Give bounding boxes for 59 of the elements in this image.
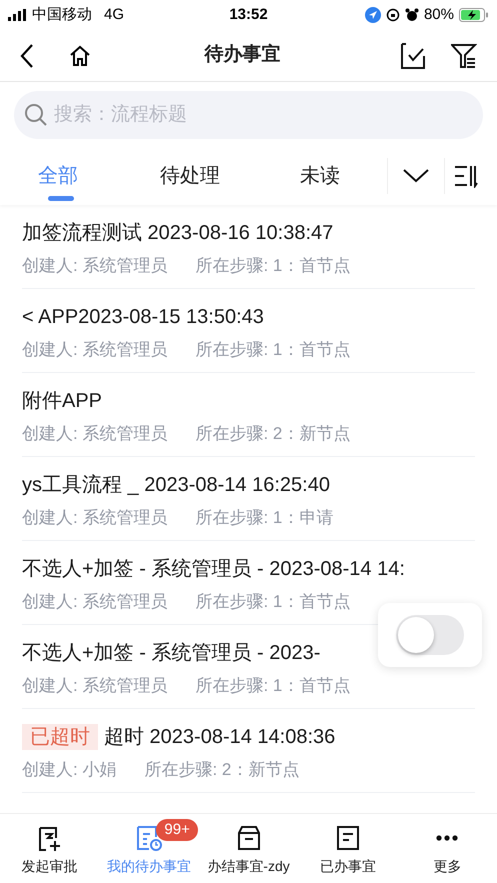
chevron-down-icon [403, 169, 429, 183]
sort-icon [454, 164, 478, 188]
step-text: 所在步骤: 1：首节点 [195, 339, 350, 361]
bottom-tab[interactable]: 已办事宜 [298, 814, 398, 883]
filter-tab[interactable]: 未读 [255, 147, 385, 205]
list-item[interactable]: < APP2023-08-15 13:50:43 创建人: 系统管理员 所在步骤: 1：首节点 [22, 289, 475, 373]
page-title: 待办事宜 [203, 42, 282, 68]
count-badge: 99+ [156, 819, 198, 841]
step-text: 所在步骤: 2：新节点 [195, 423, 350, 445]
filter-button[interactable] [451, 42, 477, 68]
search-input[interactable]: 搜索：流程标题 [54, 100, 473, 130]
battery-icon [459, 8, 489, 22]
step-text: 所在步骤: 1：首节点 [195, 675, 350, 697]
bottom-tab[interactable]: 办结事宜-zdy [198, 814, 298, 883]
search-icon [24, 103, 48, 127]
creator-text: 创建人: 系统管理员 [22, 423, 168, 445]
creator-text: 创建人: 系统管理员 [22, 591, 168, 613]
creator-text: 创建人: 小娟 [22, 759, 116, 781]
creator-text: 创建人: 系统管理员 [22, 675, 168, 697]
item-title: 超时 2023-08-14 14:08:36 [104, 725, 336, 750]
checklist-button[interactable] [401, 42, 427, 68]
list-item[interactable]: ys工具流程 _ 2023-08-14 16:25:40 创建人: 系统管理员 所在步骤: 1：申请 [22, 457, 475, 541]
battery-percent: 80% [424, 4, 454, 25]
checkbox-icon [401, 42, 427, 68]
signal-icon [8, 9, 28, 21]
document-clock-icon [135, 824, 164, 852]
bottom-tab[interactable]: 发起审批 [0, 814, 100, 883]
filter-tab[interactable]: 全部 [0, 147, 125, 205]
bottom-tab[interactable]: 我的待办事宜 99+ [99, 814, 199, 883]
bottom-tab[interactable]: 更多 [398, 814, 497, 883]
step-text: 所在步骤: 1：申请 [195, 507, 334, 529]
filter-icon [451, 42, 477, 68]
step-text: 所在步骤: 1：首节点 [195, 591, 350, 613]
home-icon [68, 44, 92, 68]
item-title: 不选人+加签 - 系统管理员 - 2023-08-14 14: [22, 557, 405, 582]
step-text: 所在步骤: 2：新节点 [144, 759, 300, 781]
creator-text: 创建人: 系统管理员 [22, 507, 168, 529]
item-title: < APP2023-08-15 13:50:43 [22, 305, 264, 330]
clock-time: 13:52 [228, 4, 269, 25]
list-item[interactable]: 加签流程测试 2023-08-16 10:38:47 创建人: 系统管理员 所在步骤: 1：首节点 [22, 205, 475, 289]
item-title: 附件APP [22, 389, 102, 414]
list-item[interactable]: 附件APP 创建人: 系统管理员 所在步骤: 2：新节点 [22, 373, 475, 457]
search-field[interactable]: 搜索：流程标题 [14, 91, 483, 139]
creator-text: 创建人: 系统管理员 [22, 339, 168, 361]
item-title: ys工具流程 _ 2023-08-14 16:25:40 [22, 473, 330, 498]
filter-tab[interactable]: 待处理 [125, 147, 255, 205]
location-icon [364, 7, 381, 23]
item-title: 加签流程测试 2023-08-16 10:38:47 [22, 221, 334, 246]
overdue-tag: 已超时 [22, 724, 98, 750]
back-icon [20, 42, 34, 68]
network-type: 4G [104, 4, 124, 25]
toggle-switch[interactable] [396, 615, 464, 655]
carrier-name: 中国移动 [32, 4, 92, 25]
step-text: 所在步骤: 1：首节点 [195, 255, 350, 277]
rotation-lock-icon [386, 8, 400, 22]
list-item[interactable]: 已超时 超时 2023-08-14 14:08:36 创建人: 小娟 所在步骤: 2：新节点 [22, 709, 475, 793]
more-icon [436, 835, 458, 841]
creator-text: 创建人: 系统管理员 [22, 255, 168, 277]
item-title: 不选人+加签 - 系统管理员 - 2023- [22, 641, 320, 666]
